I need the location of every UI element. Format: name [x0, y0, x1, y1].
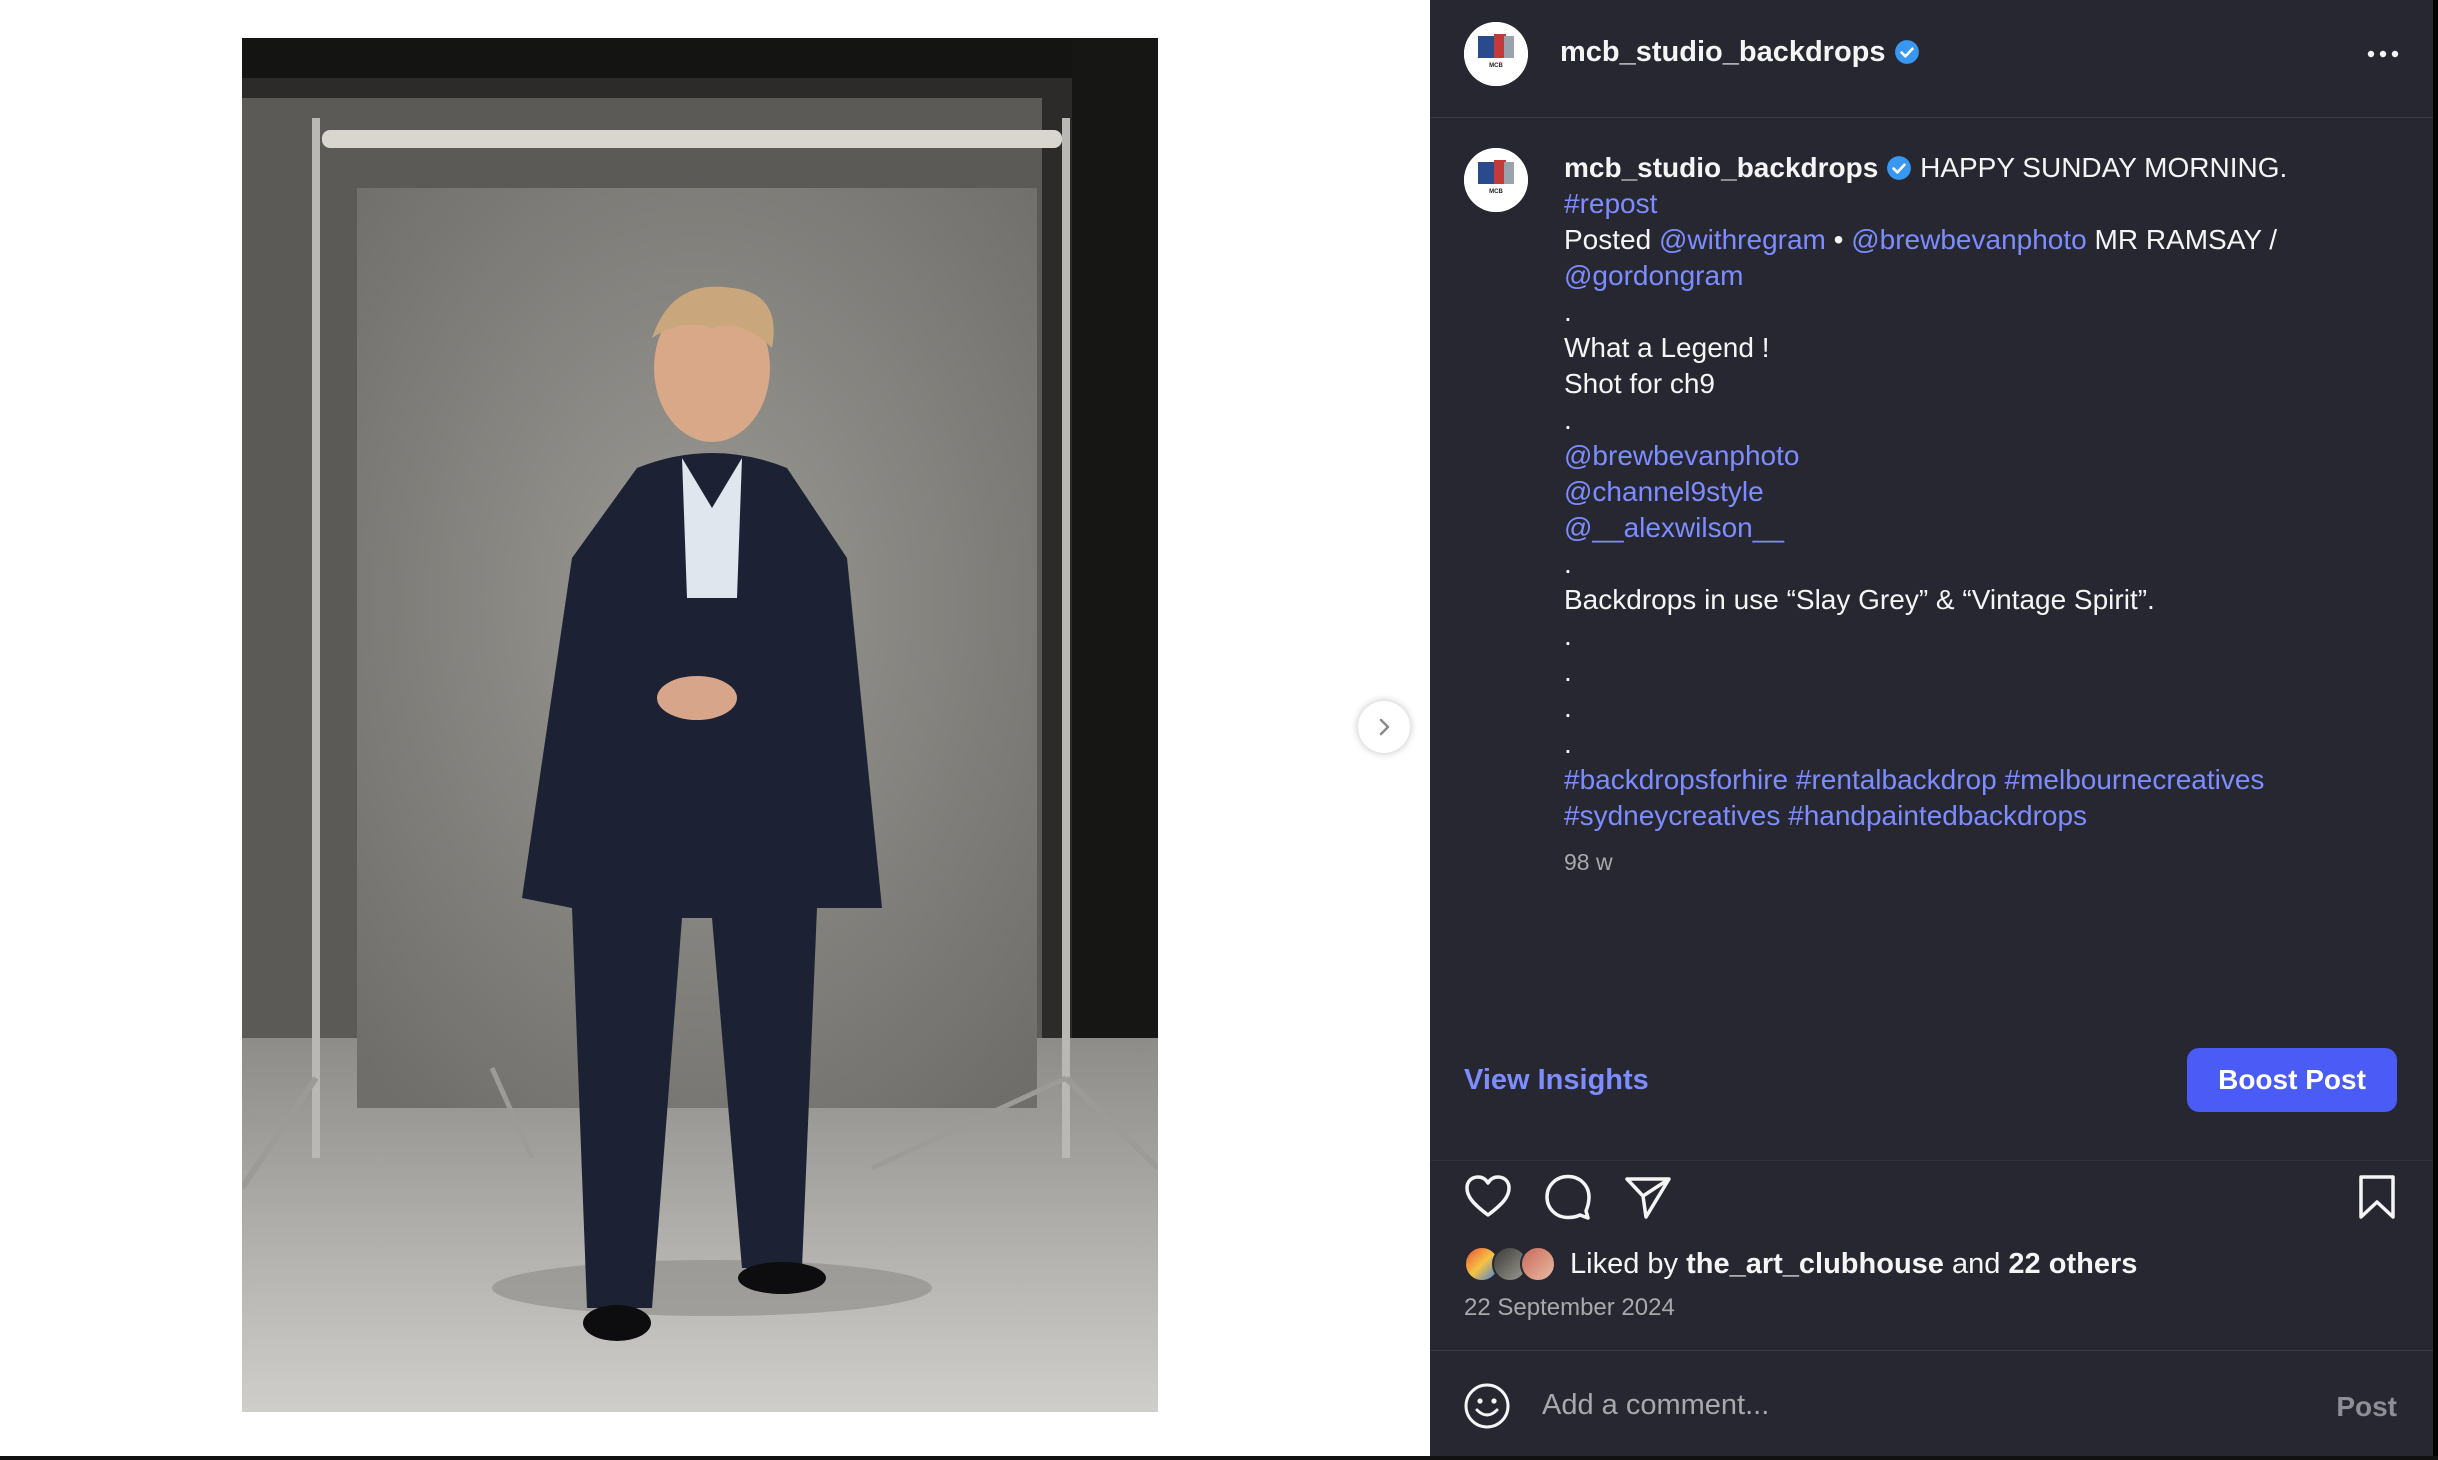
bottom-edge: [0, 1456, 2438, 1460]
hashtag-link[interactable]: #backdropsforhire: [1564, 764, 1788, 795]
mention-link[interactable]: @channel9style: [1564, 476, 1764, 507]
caption-line: .: [1564, 654, 2384, 690]
caption-text-segment: .: [1564, 296, 1572, 327]
media-pane: [0, 0, 1430, 1456]
caption-text-segment: •: [1825, 224, 1852, 255]
chevron-right-icon: [1379, 718, 1390, 736]
caption-text: mcb_studio_backdrops HAPPY SUNDAY MORNIN…: [1564, 150, 2384, 880]
username-text[interactable]: mcb_studio_backdrops: [1560, 36, 1886, 68]
caption-text-segment: Backdrops in use “Slay Grey” & “Vintage …: [1564, 584, 2155, 615]
mention-link[interactable]: @__alexwilson__: [1564, 512, 1784, 543]
liked-by-and: and: [1943, 1247, 2009, 1280]
caption-line: #backdropsforhire #rentalbackdrop #melbo…: [1564, 762, 2384, 798]
caption-text-segment: .: [1564, 620, 1572, 651]
view-insights-link[interactable]: View Insights: [1464, 1064, 1649, 1097]
comment-bar: Post: [1430, 1350, 2433, 1456]
mention-link[interactable]: @gordongram: [1564, 260, 1743, 291]
more-options-icon: [2367, 50, 2399, 58]
verified-badge-icon: [1887, 156, 1912, 180]
caption-text-segment: .: [1564, 728, 1572, 759]
caption-line: @channel9style: [1564, 474, 2384, 510]
caption-line: #sydneycreatives #handpaintedbackdrops: [1564, 798, 2384, 834]
hashtag-link[interactable]: #sydneycreatives: [1564, 800, 1780, 831]
caption-text-segment: Shot for ch9: [1564, 368, 1715, 399]
mention-link[interactable]: @brewbevanphoto: [1851, 224, 2086, 255]
caption-text-segment: HAPPY SUNDAY MORNING.: [1920, 152, 2288, 183]
hashtag-link[interactable]: #handpaintedbackdrops: [1788, 800, 2087, 831]
comment-input[interactable]: [1542, 1379, 2242, 1431]
liked-by-user-link[interactable]: the_art_clubhouse: [1686, 1248, 1944, 1281]
caption-text-segment: .: [1564, 692, 1572, 723]
insights-row: View Insights Boost Post: [1430, 1048, 2433, 1114]
caption-line: Posted @withregram • @brewbevanphoto MR …: [1564, 222, 2384, 258]
caption-text-segment: Posted: [1564, 224, 1659, 255]
caption-line: .: [1564, 546, 2384, 582]
author-avatar[interactable]: MCB: [1464, 22, 1528, 86]
caption-line: @gordongram: [1564, 258, 2384, 294]
caption-text-segment: [1788, 764, 1796, 795]
boost-post-button[interactable]: Boost Post: [2187, 1048, 2397, 1112]
liked-by-others-link[interactable]: 22 others: [2008, 1248, 2137, 1281]
caption-line: .: [1564, 402, 2384, 438]
caption-line: #repost: [1564, 186, 2384, 222]
brand-logo-icon: MCB: [1464, 22, 1528, 86]
paper-plane-icon[interactable]: [1622, 1171, 1674, 1223]
caption-line: What a Legend !: [1564, 330, 2384, 366]
caption-text-segment: [1780, 800, 1788, 831]
heart-icon[interactable]: [1462, 1171, 1514, 1223]
mention-link[interactable]: @withregram: [1659, 224, 1826, 255]
bookmark-icon[interactable]: [2351, 1171, 2403, 1223]
hashtag-link[interactable]: #repost: [1564, 188, 1657, 219]
photo-illustration: [242, 38, 1158, 1412]
liked-by-prefix: Liked by: [1570, 1247, 1687, 1280]
svg-text:MCB: MCB: [1489, 63, 1503, 69]
likes-summary: Liked by the_art_clubhouse and 22 others: [1464, 1244, 2137, 1284]
next-photo-button[interactable]: [1358, 701, 1410, 753]
post-time-ago[interactable]: 98 w: [1564, 844, 2384, 880]
smiley-icon[interactable]: [1462, 1381, 1512, 1431]
comment-bubble-icon[interactable]: [1542, 1171, 1594, 1223]
caption-line: Backdrops in use “Slay Grey” & “Vintage …: [1564, 582, 2384, 618]
verified-badge-icon: [1894, 40, 1919, 64]
post-actions: [1430, 1160, 2433, 1220]
caption-text-segment: [1997, 764, 2005, 795]
caption-text-segment: .: [1564, 404, 1572, 435]
caption-text-segment: .: [1564, 656, 1572, 687]
liker-avatars[interactable]: [1464, 1246, 1556, 1282]
hashtag-link[interactable]: #melbournecreatives: [2005, 764, 2265, 795]
author-username-header[interactable]: mcb_studio_backdrops: [1560, 36, 1920, 69]
caption-text-segment: .: [1564, 548, 1572, 579]
caption-line: mcb_studio_backdrops HAPPY SUNDAY MORNIN…: [1564, 150, 2384, 186]
caption-line: @__alexwilson__: [1564, 510, 2384, 546]
post-details-panel: MCB mcb_studio_backdrops MCB mcb_studio_…: [1430, 0, 2433, 1456]
caption-line: @brewbevanphoto: [1564, 438, 2384, 474]
caption-line: .: [1564, 690, 2384, 726]
caption-line: .: [1564, 618, 2384, 654]
caption-text-segment: MR RAMSAY /: [2086, 224, 2278, 255]
mention-link[interactable]: @brewbevanphoto: [1564, 440, 1799, 471]
liker-avatar[interactable]: [1520, 1246, 1556, 1282]
brand-logo-icon: MCB: [1464, 148, 1528, 212]
hashtag-link[interactable]: #rentalbackdrop: [1796, 764, 1997, 795]
more-options-button[interactable]: [2361, 36, 2405, 72]
post-photo[interactable]: [242, 38, 1158, 1412]
caption-author-avatar[interactable]: MCB: [1464, 148, 1528, 212]
caption-username[interactable]: mcb_studio_backdrops: [1564, 152, 1878, 183]
svg-text:MCB: MCB: [1489, 189, 1503, 195]
caption-lines: mcb_studio_backdrops HAPPY SUNDAY MORNIN…: [1564, 150, 2384, 834]
caption-text-segment: What a Legend !: [1564, 332, 1770, 363]
post-header: MCB mcb_studio_backdrops: [1430, 0, 2433, 118]
caption-line: Shot for ch9: [1564, 366, 2384, 402]
caption-line: .: [1564, 726, 2384, 762]
post-comment-button[interactable]: Post: [2336, 1391, 2397, 1423]
post-caption: MCB mcb_studio_backdrops HAPPY SUNDAY MO…: [1430, 118, 2433, 1018]
caption-line: .: [1564, 294, 2384, 330]
post-date[interactable]: 22 September 2024: [1464, 1294, 1675, 1322]
